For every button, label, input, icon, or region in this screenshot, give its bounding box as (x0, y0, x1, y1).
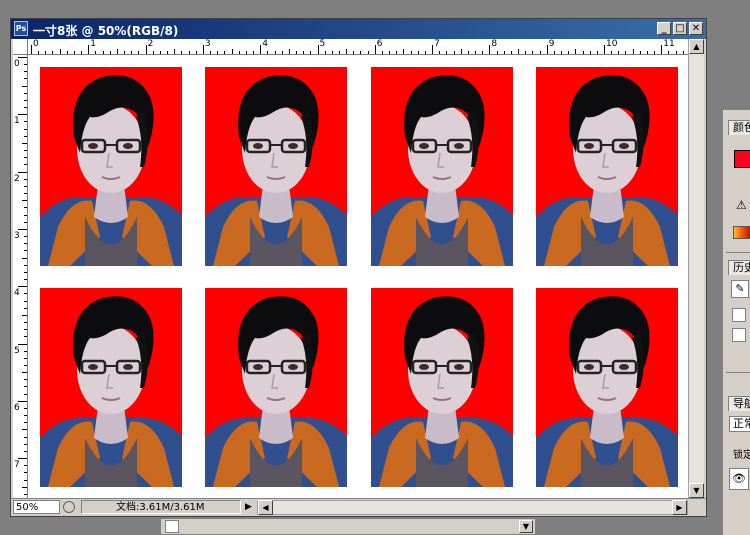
ruler-label: 10 (606, 39, 618, 49)
image-canvas[interactable] (28, 55, 697, 498)
ruler-label: 5 (319, 39, 326, 49)
ruler-tick (145, 45, 147, 54)
document-titlebar[interactable]: Ps 一寸8张 @ 50%(RGB/8) _ □ ✕ (11, 19, 706, 39)
ruler-label: 2 (14, 173, 20, 184)
ruler-label: 5 (14, 345, 20, 356)
scroll-right-button[interactable]: ▶ (672, 500, 687, 515)
ruler-label: 8 (491, 39, 498, 49)
ruler-label: 3 (14, 230, 20, 241)
side-panel: 颜色 ⚠ 历史 ✎ 导航 正常 锁定 👁 (722, 110, 750, 535)
ruler-label: 6 (14, 402, 20, 413)
photoshop-icon: Ps (14, 21, 28, 36)
id-photo-3 (371, 67, 513, 266)
id-photo-2 (205, 67, 347, 266)
ruler-label: 3 (204, 39, 211, 49)
ruler-tick (18, 228, 27, 230)
ruler-tick (604, 45, 605, 54)
bottom-field[interactable] (165, 520, 179, 533)
ruler-label: 9 (548, 39, 555, 49)
ruler-label: 7 (14, 460, 20, 471)
ruler-tick (374, 45, 376, 54)
horizontal-ruler[interactable]: 0 1 2 3 4 5 6 7 8 9 10 11 (28, 39, 697, 55)
id-photo-7 (371, 288, 513, 487)
ruler-tick (489, 45, 491, 54)
ruler-label: 11 (663, 39, 675, 49)
zoom-input[interactable]: 50% (13, 500, 60, 514)
bottom-dropdown-button[interactable]: ▼ (519, 520, 533, 533)
ruler-tick (18, 171, 27, 173)
ruler-label: 7 (434, 39, 440, 49)
vertical-scrollbar[interactable]: ▲ ▼ (688, 39, 704, 498)
ruler-tick (18, 286, 27, 288)
status-menu-arrow-icon[interactable]: ▶ (245, 501, 255, 513)
document-title: 一寸8张 @ 50%(RGB/8) (33, 24, 179, 38)
vertical-ruler[interactable]: 0 1 2 3 4 5 6 7 (13, 55, 28, 498)
gamut-warning-icon[interactable]: ⚠ (736, 198, 747, 212)
ruler-label: 0 (33, 39, 39, 49)
ruler-tick (317, 45, 319, 54)
document-size-info: 文档:3.61M/3.61M (81, 500, 241, 514)
tab-navigator[interactable]: 导航 (728, 396, 750, 411)
scroll-left-button[interactable]: ◀ (258, 500, 273, 515)
bottom-toolbar-strip: ▼ (160, 518, 536, 535)
close-button[interactable]: ✕ (689, 22, 703, 35)
ruler-label: 1 (90, 39, 97, 49)
scroll-up-button[interactable]: ▲ (689, 39, 704, 54)
foreground-color-swatch[interactable] (734, 150, 750, 168)
scroll-down-button[interactable]: ▼ (689, 483, 704, 498)
id-photo-6 (205, 288, 347, 487)
blend-mode-select[interactable]: 正常 (729, 416, 750, 432)
ruler-tick (546, 45, 548, 54)
ruler-tick (18, 114, 27, 116)
status-bar: 50% 文档:3.61M/3.61M ▶ ◀ ▶ (11, 498, 706, 516)
tab-color[interactable]: 颜色 (728, 120, 750, 135)
ruler-tick (18, 57, 27, 58)
ruler-tick (260, 45, 262, 54)
ruler-tick (31, 45, 32, 54)
id-photo-5 (40, 288, 182, 487)
ruler-label: 1 (14, 116, 20, 127)
ruler-tick (88, 45, 90, 54)
ruler-tick (18, 343, 27, 345)
ruler-origin[interactable] (13, 39, 28, 55)
ruler-label: 6 (376, 39, 383, 49)
visibility-eye-icon[interactable]: 👁 (729, 468, 749, 490)
ruler-tick (432, 45, 434, 54)
ruler-label: 0 (14, 59, 20, 69)
ruler-label: 4 (262, 39, 268, 49)
ruler-tick (661, 45, 663, 54)
horizontal-scrollbar[interactable]: ◀ ▶ (257, 500, 688, 515)
minimize-button[interactable]: _ (657, 22, 671, 35)
history-brush-icon[interactable]: ✎ (731, 280, 749, 298)
document-window: Ps 一寸8张 @ 50%(RGB/8) _ □ ✕ 0 1 2 3 4 5 6 7 8 9 10 1… (10, 18, 707, 517)
ruler-tick (18, 400, 27, 402)
tab-history[interactable]: 历史 (728, 260, 750, 275)
color-ramp[interactable] (733, 226, 750, 239)
lock-label: 锁定 (733, 450, 750, 461)
ruler-label: 2 (147, 39, 154, 49)
status-circle-icon[interactable] (63, 501, 75, 513)
maximize-button[interactable]: □ (673, 22, 687, 35)
history-state-checkbox[interactable] (732, 308, 746, 322)
history-state-checkbox[interactable] (732, 328, 746, 342)
id-photo-8 (536, 288, 678, 487)
ruler-tick (18, 458, 27, 460)
ruler-tick (202, 45, 204, 54)
id-photo-1 (40, 67, 182, 266)
ruler-label: 4 (14, 288, 20, 299)
id-photo-4 (536, 67, 678, 266)
